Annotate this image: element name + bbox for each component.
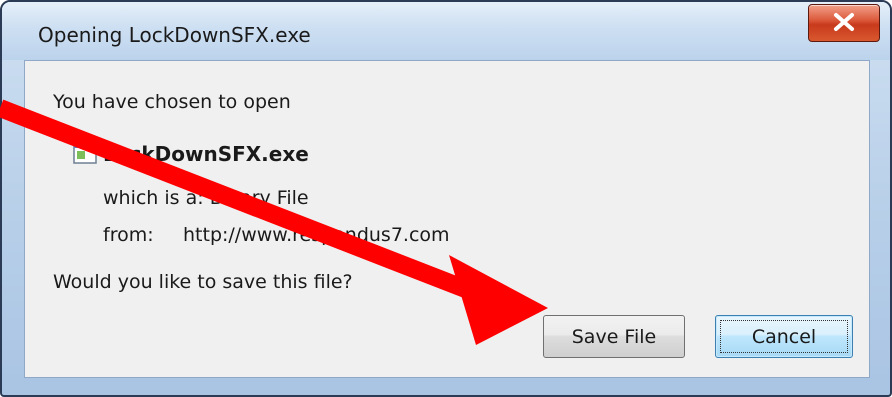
save-question: Would you like to save this file?	[53, 271, 353, 293]
from-label: from:	[103, 224, 154, 246]
dialog-window: Opening LockDownSFX.exe You have chosen …	[0, 0, 892, 397]
close-icon	[834, 13, 854, 31]
cancel-button[interactable]: Cancel	[715, 315, 853, 358]
file-name: LockDownSFX.exe	[103, 142, 309, 166]
file-type-text: which is a: Binary File	[103, 187, 309, 209]
focus-ring	[720, 320, 848, 353]
dialog-content: You have chosen to open LockDownSFX.exe …	[24, 60, 870, 378]
application-exe-icon	[73, 141, 97, 165]
title-bar[interactable]: Opening LockDownSFX.exe	[2, 2, 890, 60]
window-title: Opening LockDownSFX.exe	[38, 23, 311, 47]
source-url: http://www.respondus7.com	[183, 224, 450, 246]
close-button[interactable]	[808, 4, 880, 42]
save-file-button[interactable]: Save File	[543, 315, 685, 358]
intro-text: You have chosen to open	[53, 91, 291, 113]
